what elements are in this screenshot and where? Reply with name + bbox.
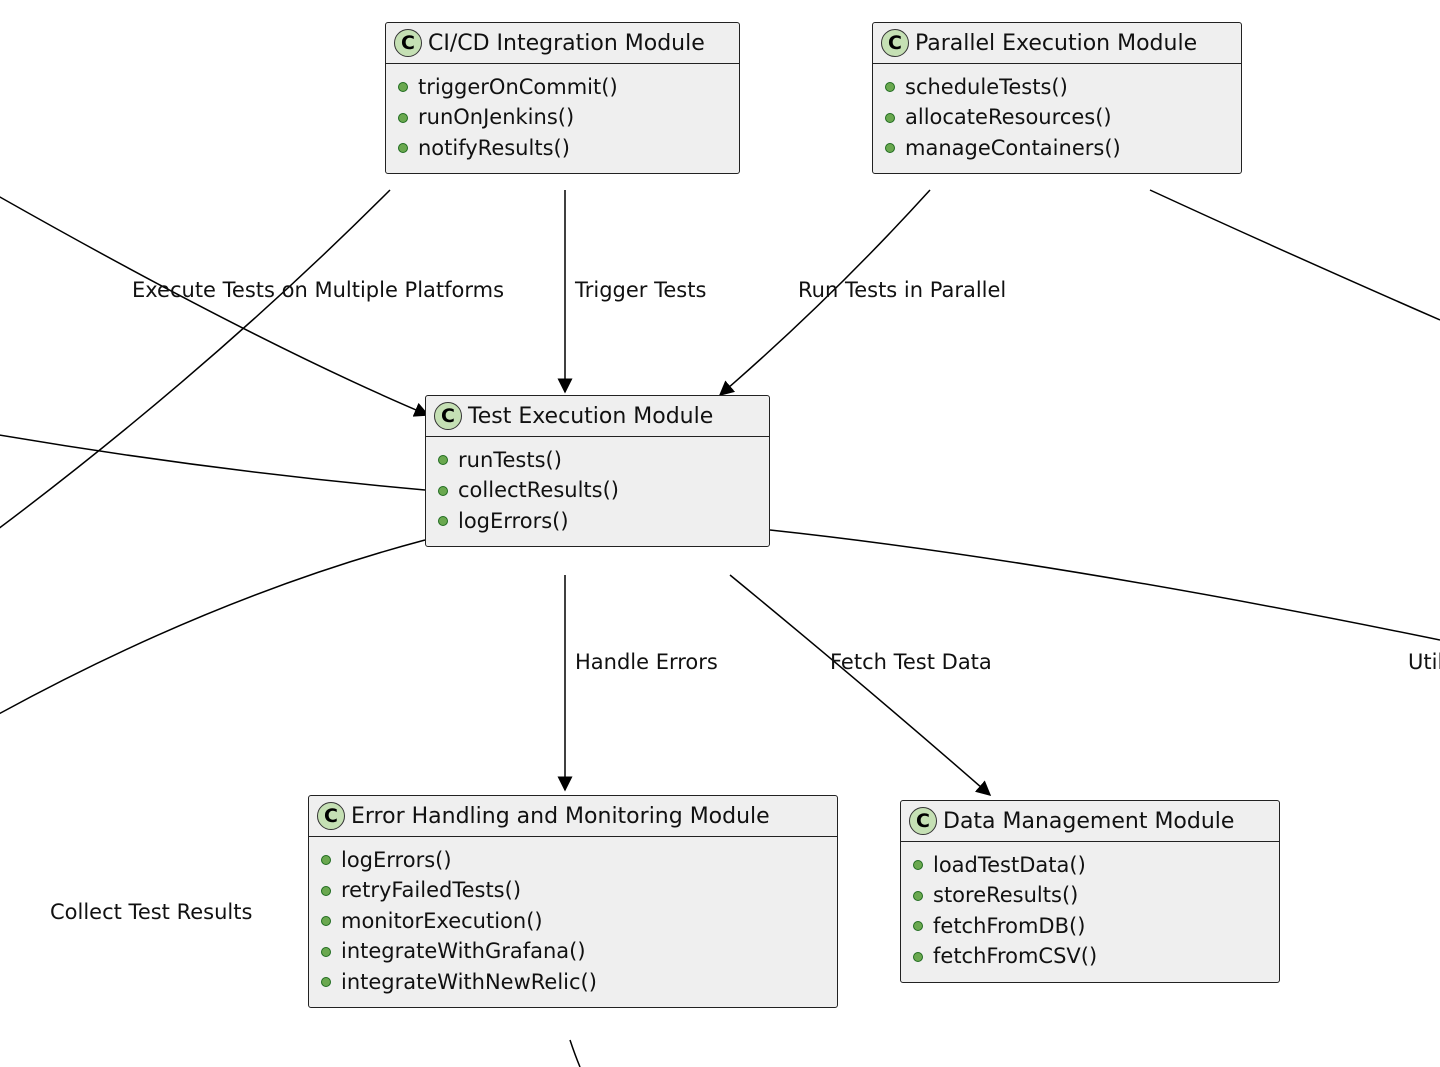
visibility-dot-icon [438,455,448,465]
method-label: scheduleTests() [905,72,1068,102]
edge-label-fetch: Fetch Test Data [830,650,992,674]
method-item: fetchFromDB() [913,911,1267,941]
method-item: logErrors() [321,845,825,875]
method-item: notifyResults() [398,133,727,163]
visibility-dot-icon [913,952,923,962]
class-header: C CI/CD Integration Module [386,23,739,64]
method-label: storeResults() [933,880,1078,910]
visibility-dot-icon [398,113,408,123]
method-label: fetchFromDB() [933,911,1085,941]
method-label: fetchFromCSV() [933,941,1097,971]
method-label: collectResults() [458,475,619,505]
method-item: logErrors() [438,506,757,536]
class-data-management-module: C Data Management Module loadTestData() … [900,800,1280,983]
visibility-dot-icon [321,886,331,896]
visibility-dot-icon [321,977,331,987]
method-item: manageContainers() [885,133,1229,163]
class-body: logErrors() retryFailedTests() monitorEx… [309,837,837,1007]
visibility-dot-icon [913,860,923,870]
class-header: C Error Handling and Monitoring Module [309,796,837,837]
class-title: Parallel Execution Module [915,31,1197,56]
class-test-execution-module: C Test Execution Module runTests() colle… [425,395,770,547]
method-label: manageContainers() [905,133,1121,163]
class-title: Data Management Module [943,809,1234,834]
edge-label-platforms: Execute Tests on Multiple Platforms [132,278,504,302]
class-header: C Test Execution Module [426,396,769,437]
visibility-dot-icon [885,113,895,123]
visibility-dot-icon [913,921,923,931]
visibility-dot-icon [321,916,331,926]
method-label: triggerOnCommit() [418,72,618,102]
edge-label-handle: Handle Errors [575,650,718,674]
visibility-dot-icon [885,82,895,92]
class-header: C Parallel Execution Module [873,23,1241,64]
visibility-dot-icon [913,891,923,901]
visibility-dot-icon [438,486,448,496]
class-parallel-execution-module: C Parallel Execution Module scheduleTest… [872,22,1242,174]
method-label: logErrors() [458,506,569,536]
method-item: fetchFromCSV() [913,941,1267,971]
class-title: Error Handling and Monitoring Module [351,804,770,829]
class-body: triggerOnCommit() runOnJenkins() notifyR… [386,64,739,173]
class-body: runTests() collectResults() logErrors() [426,437,769,546]
class-header: C Data Management Module [901,801,1279,842]
method-item: triggerOnCommit() [398,72,727,102]
edge-label-trigger: Trigger Tests [575,278,706,302]
class-body: scheduleTests() allocateResources() mana… [873,64,1241,173]
method-label: integrateWithGrafana() [341,936,586,966]
visibility-dot-icon [398,82,408,92]
visibility-dot-icon [885,143,895,153]
visibility-dot-icon [321,947,331,957]
class-icon: C [317,802,345,830]
class-icon: C [909,807,937,835]
method-item: integrateWithNewRelic() [321,967,825,997]
class-body: loadTestData() storeResults() fetchFromD… [901,842,1279,982]
class-icon: C [881,29,909,57]
method-label: monitorExecution() [341,906,543,936]
class-icon: C [434,402,462,430]
method-label: integrateWithNewRelic() [341,967,597,997]
class-title: Test Execution Module [468,404,713,429]
method-label: runOnJenkins() [418,102,574,132]
method-label: notifyResults() [418,133,570,163]
method-label: logErrors() [341,845,452,875]
visibility-dot-icon [321,855,331,865]
edge-label-util: Util [1408,650,1440,674]
method-label: retryFailedTests() [341,875,521,905]
method-item: integrateWithGrafana() [321,936,825,966]
method-item: retryFailedTests() [321,875,825,905]
class-cicd-integration-module: C CI/CD Integration Module triggerOnComm… [385,22,740,174]
method-item: collectResults() [438,475,757,505]
visibility-dot-icon [438,516,448,526]
method-item: monitorExecution() [321,906,825,936]
method-item: loadTestData() [913,850,1267,880]
method-item: storeResults() [913,880,1267,910]
method-item: runOnJenkins() [398,102,727,132]
method-item: allocateResources() [885,102,1229,132]
class-icon: C [394,29,422,57]
edge-label-collect: Collect Test Results [50,900,252,924]
method-label: allocateResources() [905,102,1112,132]
method-label: runTests() [458,445,562,475]
edge-label-parallel: Run Tests in Parallel [798,278,1006,302]
method-item: scheduleTests() [885,72,1229,102]
visibility-dot-icon [398,143,408,153]
method-item: runTests() [438,445,757,475]
class-title: CI/CD Integration Module [428,31,705,56]
method-label: loadTestData() [933,850,1086,880]
class-error-handling-module: C Error Handling and Monitoring Module l… [308,795,838,1008]
